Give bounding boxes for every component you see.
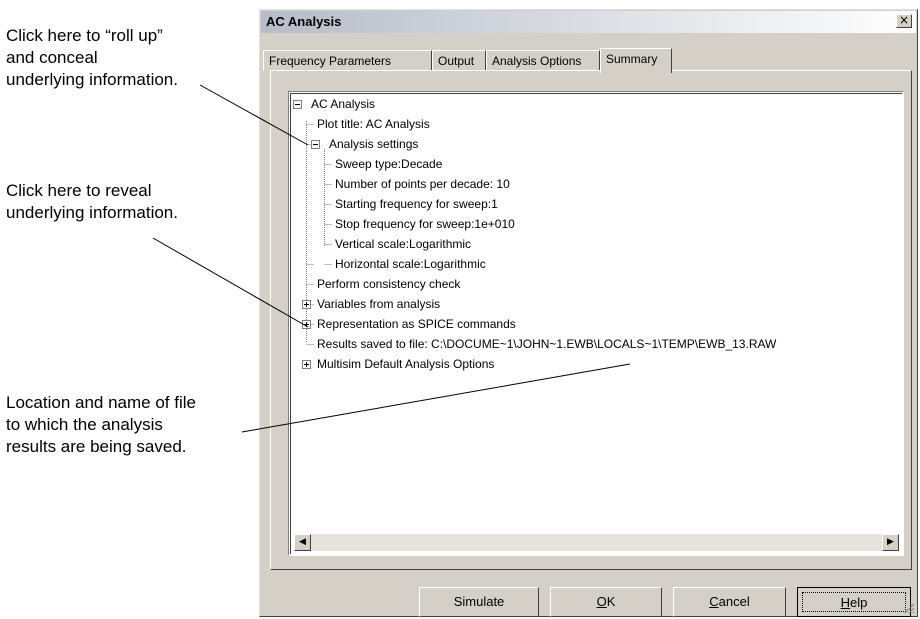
- simulate-button[interactable]: Simulate: [419, 587, 539, 617]
- ok-button[interactable]: OK: [550, 587, 662, 617]
- tab-frequency-parameters[interactable]: Frequency Parameters: [263, 50, 432, 71]
- tree-plot-title[interactable]: Plot title: AC Analysis: [317, 114, 430, 134]
- horizontal-scrollbar[interactable]: ◀ ▶: [294, 534, 899, 551]
- scroll-left-icon[interactable]: ◀: [294, 534, 311, 551]
- cancel-button[interactable]: Cancel: [673, 587, 786, 617]
- callout-reveal: Click here to reveal underlying informat…: [6, 181, 178, 222]
- close-icon[interactable]: ×: [896, 14, 912, 28]
- tree-spice-commands[interactable]: Representation as SPICE commands: [317, 314, 516, 334]
- setting-stop-frequency[interactable]: Stop frequency for sweep:1e+010: [335, 214, 515, 234]
- tree-root[interactable]: AC Analysis: [311, 94, 375, 114]
- tree-consistency-check[interactable]: Perform consistency check: [317, 274, 460, 294]
- tree-results-file[interactable]: Results saved to file: C:\DOCUME~1\JOHN~…: [317, 334, 776, 354]
- title-bar[interactable]: AC Analysis ×: [261, 11, 916, 33]
- setting-horizontal-scale[interactable]: Horizontal scale:Logarithmic: [335, 254, 486, 274]
- tab-analysis-options[interactable]: Analysis Options: [486, 50, 600, 71]
- expand-variables-icon[interactable]: [302, 300, 311, 309]
- help-button[interactable]: Help: [797, 587, 911, 617]
- ac-analysis-dialog: AC Analysis × Frequency Parameters Outpu…: [259, 9, 918, 617]
- summary-tree[interactable]: AC Analysis Plot title: AC Analysis Anal…: [288, 91, 904, 556]
- collapse-root-icon[interactable]: [293, 100, 302, 109]
- tab-output[interactable]: Output: [432, 50, 486, 71]
- setting-points-per-decade[interactable]: Number of points per decade: 10: [335, 174, 510, 194]
- resize-grip-icon[interactable]: [903, 602, 915, 614]
- expand-multisim-options-icon[interactable]: [302, 360, 311, 369]
- scroll-right-icon[interactable]: ▶: [882, 534, 899, 551]
- tree-variables[interactable]: Variables from analysis: [317, 294, 440, 314]
- tree-analysis-settings[interactable]: Analysis settings: [329, 134, 418, 154]
- callout-rollup: Click here to “roll up” and conceal unde…: [6, 26, 178, 89]
- expand-spice-icon[interactable]: [302, 320, 311, 329]
- dialog-title: AC Analysis: [266, 14, 342, 29]
- tree-multisim-options[interactable]: Multisim Default Analysis Options: [317, 354, 494, 374]
- tab-summary[interactable]: Summary: [600, 48, 672, 73]
- setting-start-frequency[interactable]: Starting frequency for sweep:1: [335, 194, 498, 214]
- setting-sweep-type[interactable]: Sweep type:Decade: [335, 154, 442, 174]
- callout-file-location: Location and name of file to which the a…: [6, 393, 196, 456]
- summary-panel: AC Analysis Plot title: AC Analysis Anal…: [270, 70, 912, 570]
- setting-vertical-scale[interactable]: Vertical scale:Logarithmic: [335, 234, 471, 254]
- collapse-analysis-settings-icon[interactable]: [311, 140, 320, 149]
